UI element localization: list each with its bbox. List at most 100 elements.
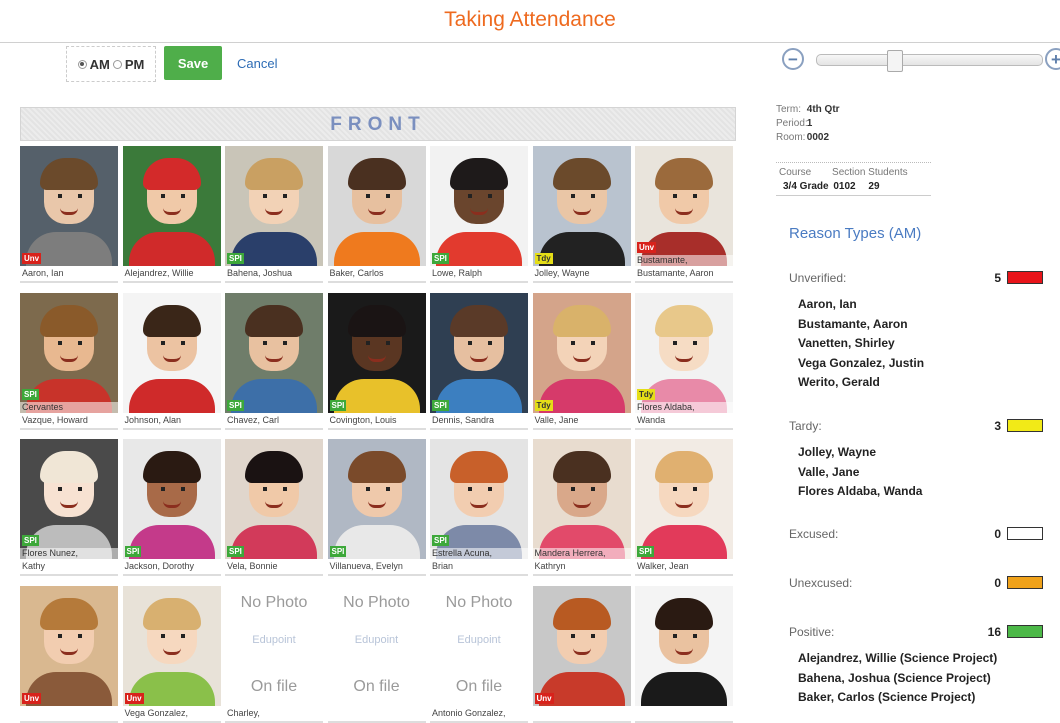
- students-header: Students: [868, 167, 908, 178]
- student-card[interactable]: SPI Dennis, Sandra: [430, 292, 528, 430]
- attendance-badge: Unv: [22, 692, 42, 704]
- student-photo[interactable]: SPI: [327, 439, 426, 559]
- reason-student-name[interactable]: Vega Gonzalez, Justin: [798, 354, 1045, 374]
- reason-student-name[interactable]: Flores Aldaba, Wanda: [798, 482, 1045, 502]
- student-photo[interactable]: SPI: [327, 292, 426, 413]
- on-file-text: On file: [250, 677, 298, 695]
- student-card[interactable]: Unv: [532, 585, 631, 723]
- student-photo[interactable]: Flores Nunez, SPI: [20, 439, 118, 559]
- reason-student-name[interactable]: Jolley, Wayne: [798, 443, 1045, 463]
- student-mouth: [60, 648, 78, 655]
- student-card[interactable]: No Photo Edupoint On file Charley,: [225, 585, 323, 723]
- term-value: 4th Qtr: [806, 104, 840, 115]
- attendance-badge: SPI: [432, 399, 449, 411]
- zoom-in-icon[interactable]: +: [1045, 48, 1060, 70]
- student-card[interactable]: Cervantes SPI Vazque, Howard: [20, 292, 118, 430]
- reason-color-swatch[interactable]: [1007, 271, 1043, 284]
- reason-student-name[interactable]: Bahena, Joshua (Science Project): [798, 669, 1045, 689]
- reason-header: Excused: 0: [789, 527, 1045, 543]
- student-card[interactable]: No Photo Edupoint On file: [327, 585, 426, 723]
- photo-name-overlay: Flores Nunez,: [20, 548, 118, 559]
- zoom-out-icon[interactable]: −: [782, 48, 804, 70]
- edupoint-logo: Edupoint: [457, 633, 501, 646]
- student-eyes: [468, 487, 492, 491]
- student-photo[interactable]: Flores Aldaba, Tdy: [635, 292, 733, 413]
- pm-radio[interactable]: [112, 59, 122, 69]
- reason-student-name[interactable]: Vanetten, Shirley: [798, 334, 1045, 354]
- reason-student-name[interactable]: Bustamante, Aaron: [798, 315, 1045, 335]
- student-card[interactable]: Flores Nunez, SPI Kathy: [20, 439, 118, 576]
- student-card[interactable]: SPI Bahena, Joshua: [225, 146, 323, 283]
- student-name: Johnson, Alan: [122, 413, 221, 430]
- student-photo[interactable]: Bustamante, Unv: [635, 146, 733, 266]
- am-radio[interactable]: [77, 59, 87, 69]
- student-photo[interactable]: Tdy: [532, 292, 631, 413]
- student-card[interactable]: Unv: [20, 585, 118, 723]
- student-name: Aaron, Ian: [20, 266, 118, 283]
- reason-student-name[interactable]: Valle, Jane: [798, 463, 1045, 483]
- student-photo[interactable]: Unv: [20, 146, 118, 266]
- student-photo[interactable]: SPI: [430, 292, 528, 413]
- student-card[interactable]: Baker, Carlos: [327, 146, 426, 283]
- reason-color-swatch[interactable]: [1007, 527, 1043, 540]
- attendance-badge: Tdy: [637, 388, 656, 400]
- student-photo[interactable]: [122, 146, 221, 266]
- attendance-badge: Tdy: [534, 399, 553, 411]
- student-card[interactable]: SPI Villanueva, Evelyn: [327, 439, 426, 576]
- student-eyes: [570, 633, 595, 638]
- photo-name-overlay: Bustamante,: [635, 255, 733, 266]
- student-card[interactable]: SPI Jackson, Dorothy: [122, 439, 221, 576]
- student-card[interactable]: No Photo Edupoint On file Antonio Gonzalez,: [430, 585, 528, 723]
- zoom-slider[interactable]: [816, 50, 1043, 72]
- student-photo[interactable]: SPI: [225, 439, 323, 559]
- cancel-link[interactable]: Cancel: [237, 56, 277, 71]
- student-card[interactable]: Estrella Acuna, SPI Brian: [430, 439, 528, 576]
- zoom-slider-thumb[interactable]: [886, 50, 903, 72]
- student-photo[interactable]: Tdy: [532, 146, 631, 266]
- reason-student-name[interactable]: Alejandrez, Willie (Science Project): [798, 649, 1045, 669]
- student-card[interactable]: Unv Vega Gonzalez,: [122, 585, 221, 723]
- student-photo[interactable]: SPI: [225, 146, 323, 266]
- student-photo[interactable]: SPI: [430, 146, 528, 266]
- reason-student-name[interactable]: Baker, Carlos (Science Project): [798, 688, 1045, 708]
- student-photo[interactable]: [635, 585, 733, 706]
- student-card[interactable]: Mandera Herrera, Kathryn: [532, 439, 631, 576]
- student-card[interactable]: SPI Chavez, Carl: [225, 292, 323, 430]
- student-photo[interactable]: Cervantes SPI: [20, 292, 118, 413]
- pm-label[interactable]: PM: [125, 57, 145, 72]
- student-card[interactable]: Bustamante, Unv Bustamante, Aaron: [635, 146, 733, 283]
- student-card[interactable]: Alejandrez, Willie: [122, 146, 221, 283]
- student-photo[interactable]: Mandera Herrera,: [532, 439, 631, 559]
- student-card[interactable]: Johnson, Alan: [122, 292, 221, 430]
- student-photo[interactable]: Estrella Acuna, SPI: [430, 439, 528, 559]
- am-label[interactable]: AM: [90, 57, 110, 72]
- reason-color-swatch[interactable]: [1007, 625, 1043, 638]
- student-eyes: [58, 487, 82, 491]
- student-photo[interactable]: [327, 146, 426, 266]
- reason-student-name[interactable]: Aaron, Ian: [798, 295, 1045, 315]
- student-card[interactable]: SPI Covington, Louis: [327, 292, 426, 430]
- student-mouth: [162, 648, 181, 655]
- student-photo[interactable]: SPI: [225, 292, 323, 413]
- reason-color-swatch[interactable]: [1007, 576, 1043, 589]
- student-photo[interactable]: [122, 292, 221, 413]
- student-photo[interactable]: SPI: [122, 439, 221, 559]
- reason-color-swatch[interactable]: [1007, 419, 1043, 432]
- student-name: Valle, Jane: [532, 413, 631, 430]
- student-card[interactable]: Unv Aaron, Ian: [20, 146, 118, 283]
- student-photo[interactable]: SPI: [635, 439, 733, 559]
- student-card[interactable]: SPI Walker, Jean: [635, 439, 733, 576]
- student-eyes: [160, 340, 185, 345]
- student-card[interactable]: Tdy Valle, Jane: [532, 292, 631, 430]
- student-photo[interactable]: Unv: [20, 585, 118, 706]
- student-card[interactable]: Flores Aldaba, Tdy Wanda: [635, 292, 733, 430]
- student-card[interactable]: Tdy Jolley, Wayne: [532, 146, 631, 283]
- student-photo[interactable]: Unv: [122, 585, 221, 706]
- student-photo[interactable]: Unv: [532, 585, 631, 706]
- student-card[interactable]: SPI Vela, Bonnie: [225, 439, 323, 576]
- reason-student-name[interactable]: Werito, Gerald: [798, 373, 1045, 393]
- save-button[interactable]: Save: [164, 46, 222, 80]
- attendance-badge: Unv: [124, 692, 144, 704]
- student-card[interactable]: SPI Lowe, Ralph: [430, 146, 528, 283]
- student-card[interactable]: [635, 585, 733, 723]
